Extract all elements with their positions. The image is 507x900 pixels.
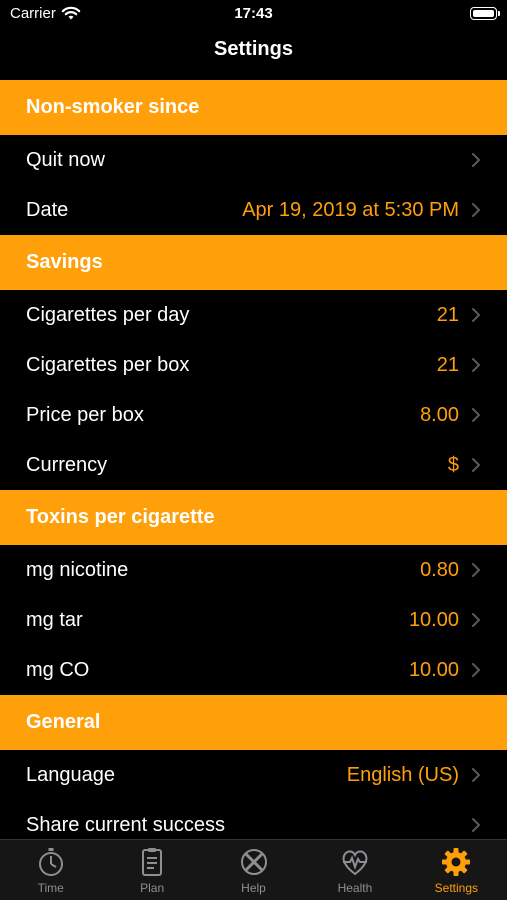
row-value: $: [447, 453, 459, 476]
clipboard-icon: [142, 848, 163, 876]
tab-help[interactable]: Help: [203, 840, 304, 900]
row-label: mg nicotine: [26, 558, 129, 581]
row-label: Language: [26, 763, 115, 786]
chevron-right-icon: [472, 203, 480, 217]
row-value: English (US): [346, 763, 459, 786]
row-mg-tar[interactable]: mg tar 10.00: [0, 595, 507, 645]
tab-label: Settings: [434, 881, 478, 895]
row-language[interactable]: Language English (US): [0, 750, 507, 800]
row-label: Cigarettes per box: [26, 353, 190, 376]
row-price-per-box[interactable]: Price per box 8.00: [0, 390, 507, 440]
chevron-right-icon: [472, 613, 480, 627]
row-value: 21: [436, 303, 459, 326]
tab-plan[interactable]: Plan: [101, 840, 202, 900]
chevron-right-icon: [472, 153, 480, 167]
row-value: 8.00: [420, 403, 459, 426]
chevron-right-icon: [472, 563, 480, 577]
page-title: Settings: [214, 38, 293, 60]
chevron-right-icon: [472, 663, 480, 677]
chevron-right-icon: [472, 818, 480, 832]
row-label: Price per box: [26, 403, 144, 426]
tab-settings[interactable]: Settings: [406, 840, 507, 900]
row-currency[interactable]: Currency $: [0, 440, 507, 490]
row-label: mg CO: [26, 658, 90, 681]
row-label: Date: [26, 198, 69, 221]
tab-time[interactable]: Time: [0, 840, 101, 900]
section-header-savings: Savings: [0, 235, 507, 290]
chevron-right-icon: [472, 408, 480, 422]
status-bar: Carrier 17:43: [0, 0, 507, 28]
help-icon: [240, 849, 267, 875]
tab-label: Plan: [140, 881, 165, 895]
tab-label: Health: [337, 881, 373, 895]
row-cigarettes-per-box[interactable]: Cigarettes per box 21: [0, 340, 507, 390]
battery-icon: [470, 7, 500, 20]
section-header-general: General: [0, 695, 507, 750]
row-quit-now[interactable]: Quit now: [0, 135, 507, 185]
chevron-right-icon: [472, 458, 480, 472]
stopwatch-icon: [38, 848, 63, 876]
tab-bar: Time Plan Help Health Settings: [0, 839, 507, 900]
chevron-right-icon: [472, 308, 480, 322]
row-label: mg tar: [26, 608, 83, 631]
row-mg-co[interactable]: mg CO 10.00: [0, 645, 507, 695]
chevron-right-icon: [472, 358, 480, 372]
row-value: 10.00: [408, 658, 459, 681]
heart-pulse-icon: [342, 850, 368, 876]
row-label: Currency: [26, 453, 108, 476]
row-label: Cigarettes per day: [26, 303, 190, 326]
row-label: Share current success: [26, 813, 225, 836]
tab-label: Time: [37, 881, 64, 895]
row-value: 21: [436, 353, 459, 376]
gear-icon: [442, 848, 471, 876]
section-header-toxins: Toxins per cigarette: [0, 490, 507, 545]
row-mg-nicotine[interactable]: mg nicotine 0.80: [0, 545, 507, 595]
row-value: 10.00: [408, 608, 459, 631]
tab-label: Help: [241, 881, 266, 895]
tab-health[interactable]: Health: [304, 840, 405, 900]
status-time: 17:43: [234, 5, 273, 22]
row-cigarettes-per-day[interactable]: Cigarettes per day 21: [0, 290, 507, 340]
row-value: 0.80: [420, 558, 459, 581]
row-value: Apr 19, 2019 at 5:30 PM: [242, 198, 459, 221]
section-header-nonsmoker: Non-smoker since: [0, 80, 507, 135]
row-label: Quit now: [26, 148, 105, 171]
chevron-right-icon: [472, 768, 480, 782]
row-date[interactable]: Date Apr 19, 2019 at 5:30 PM: [0, 185, 507, 235]
